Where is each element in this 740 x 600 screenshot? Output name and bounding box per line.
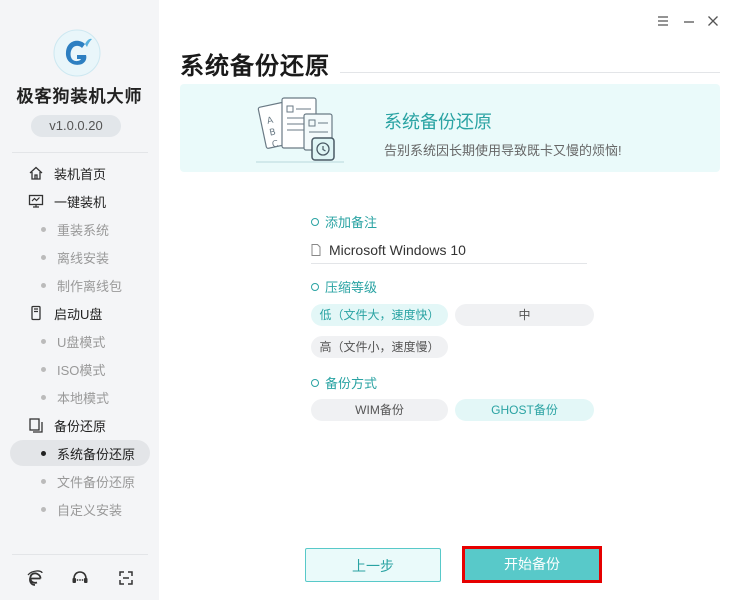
sidebar-divider <box>12 152 148 153</box>
compression-option-high[interactable]: 高（文件小，速度慢） <box>311 336 448 358</box>
menu-icon[interactable] <box>655 13 671 29</box>
sidebar-item-file-backup[interactable]: 文件备份还原 <box>10 468 150 494</box>
sidebar-item-usb-mode[interactable]: U盘模式 <box>10 328 150 354</box>
sidebar-item-label: U盘模式 <box>57 334 106 350</box>
bullet-icon <box>41 254 46 260</box>
fullscreen-icon[interactable] <box>117 569 135 587</box>
bullet-icon <box>41 506 46 512</box>
app-name: 极客狗装机大师 <box>16 87 143 106</box>
backup-icon <box>28 417 44 433</box>
note-field-label: 添加备注 <box>311 212 377 231</box>
sidebar-item-label: 一键装机 <box>54 194 107 210</box>
sidebar-item-label: 备份还原 <box>54 418 107 434</box>
page-title: 系统备份还原 <box>180 53 330 80</box>
ring-bullet-icon <box>311 378 319 387</box>
sidebar-item-local-mode[interactable]: 本地模式 <box>10 384 150 410</box>
browser-icon[interactable] <box>26 569 44 587</box>
sidebar-item-make-offline-package[interactable]: 制作离线包 <box>10 272 150 298</box>
method-option-ghost[interactable]: GHOST备份 <box>455 399 594 421</box>
sidebar-item-label: 系统备份还原 <box>57 446 136 462</box>
highlight-frame: 开始备份 <box>462 546 602 583</box>
previous-step-button[interactable]: 上一步 <box>305 548 441 582</box>
feature-banner: A B C 系统备份还原 告别系统因长期使用导致既卡又慢的烦恼! <box>180 84 720 172</box>
compression-option-medium[interactable]: 中 <box>455 304 594 326</box>
close-icon[interactable] <box>705 13 721 29</box>
sidebar-divider <box>12 554 148 555</box>
sidebar-item-label: 文件备份还原 <box>57 474 136 490</box>
bullet-icon <box>41 450 46 456</box>
bullet-icon <box>41 338 46 344</box>
bullet-icon <box>41 366 46 372</box>
note-input-row <box>311 236 587 264</box>
ring-bullet-icon <box>311 217 319 226</box>
method-field-label: 备份方式 <box>311 373 377 392</box>
note-label-text: 添加备注 <box>325 215 378 230</box>
home-icon <box>28 165 44 181</box>
sidebar-item-boot-usb[interactable]: 启动U盘 <box>10 300 150 326</box>
compression-field-label: 压缩等级 <box>311 277 377 296</box>
sidebar-item-label: 装机首页 <box>54 166 107 182</box>
sidebar-item-label: ISO模式 <box>57 362 106 378</box>
file-icon <box>311 243 321 256</box>
app-logo-icon <box>53 29 101 77</box>
sidebar-item-one-click-install[interactable]: 一键装机 <box>10 188 150 214</box>
ring-bullet-icon <box>311 282 319 291</box>
banner-subtitle: 告别系统因长期使用导致既卡又慢的烦恼! <box>384 143 622 158</box>
support-chat-icon[interactable] <box>71 569 89 587</box>
method-option-wim[interactable]: WIM备份 <box>311 399 448 421</box>
sidebar-item-custom-install[interactable]: 自定义安装 <box>10 496 150 522</box>
sidebar-item-backup-restore[interactable]: 备份还原 <box>10 412 150 438</box>
sidebar-item-offline-install[interactable]: 离线安装 <box>10 244 150 270</box>
compression-option-low[interactable]: 低（文件大，速度快） <box>311 304 448 326</box>
minimize-icon[interactable] <box>681 13 697 29</box>
sidebar-item-label: 重装系统 <box>57 222 110 238</box>
start-backup-button[interactable]: 开始备份 <box>465 549 599 580</box>
banner-title: 系统备份还原 <box>384 112 492 132</box>
usb-icon <box>28 305 44 321</box>
method-label-text: 备份方式 <box>325 376 378 391</box>
monitor-icon <box>28 193 44 209</box>
note-input[interactable] <box>329 241 579 258</box>
sidebar-item-label: 启动U盘 <box>54 306 103 322</box>
sidebar-item-system-backup[interactable]: 系统备份还原 <box>10 440 150 466</box>
compression-label-text: 压缩等级 <box>325 280 378 295</box>
bullet-icon <box>41 394 46 400</box>
sidebar-item-label: 自定义安装 <box>57 502 123 518</box>
sidebar-item-iso-mode[interactable]: ISO模式 <box>10 356 150 382</box>
sidebar-item-home[interactable]: 装机首页 <box>10 160 150 186</box>
bullet-icon <box>41 282 46 288</box>
document-backup-illustration-icon: A B C <box>256 97 344 163</box>
title-divider <box>340 72 720 73</box>
sidebar-item-label: 离线安装 <box>57 250 110 266</box>
sidebar: 极客狗装机大师 v1.0.0.20 装机首页 一键装机 重装系统 离线安装 制作… <box>0 0 159 600</box>
sidebar-item-label: 本地模式 <box>57 390 110 406</box>
sidebar-item-label: 制作离线包 <box>57 278 123 294</box>
bullet-icon <box>41 226 46 232</box>
bullet-icon <box>41 478 46 484</box>
sidebar-item-reinstall[interactable]: 重装系统 <box>10 216 150 242</box>
version-badge: v1.0.0.20 <box>31 115 121 137</box>
